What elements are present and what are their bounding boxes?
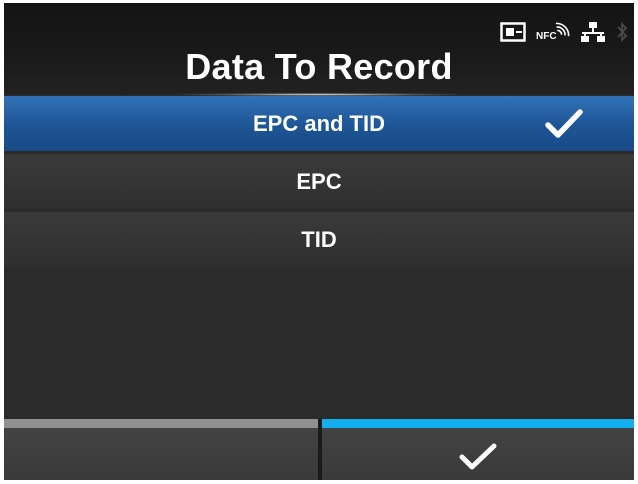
list-item-label: EPC <box>296 169 342 194</box>
sd-card-icon <box>500 22 526 42</box>
nfc-icon: NFC <box>536 22 570 42</box>
footer-left-indicator <box>4 419 318 428</box>
confirm-button[interactable] <box>322 419 634 480</box>
footer-buttons <box>4 419 634 480</box>
list-item-label: TID <box>301 227 337 252</box>
list-item-epc-and-tid[interactable]: EPC and TID <box>4 96 634 151</box>
nfc-label: NFC <box>536 31 557 42</box>
header: NFC Data To Record <box>4 3 634 96</box>
footer-right-indicator <box>322 419 634 428</box>
list-item-epc[interactable]: EPC <box>4 154 634 209</box>
network-icon <box>581 22 605 42</box>
list-item-label: EPC and TID <box>252 111 385 136</box>
list-item-tid[interactable]: TID <box>4 212 634 267</box>
check-icon <box>459 443 497 470</box>
printer-screen: NFC Data To Record EPC and TID EPC TID <box>4 3 634 480</box>
check-icon <box>545 109 583 138</box>
option-list: EPC and TID EPC TID <box>4 96 634 270</box>
status-icons: NFC <box>500 21 628 43</box>
page-title: Data To Record <box>185 46 453 87</box>
bluetooth-icon <box>617 21 628 43</box>
footer-left-button[interactable] <box>4 419 318 480</box>
